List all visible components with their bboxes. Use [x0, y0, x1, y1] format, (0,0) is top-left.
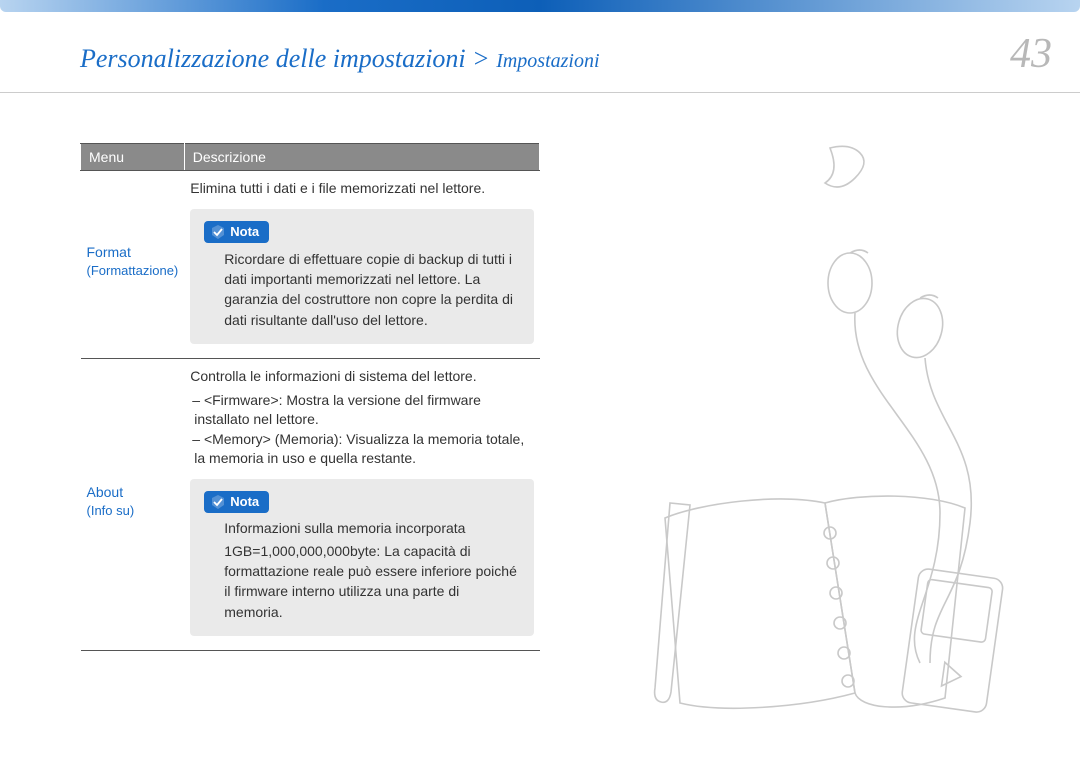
- table-row: Format (Formattazione) Elimina tutti i d…: [81, 171, 540, 359]
- col-header-description: Descrizione: [184, 144, 539, 171]
- note-box: Nota Informazioni sulla memoria incorpor…: [190, 479, 533, 636]
- breadcrumb-sub: Impostazioni: [496, 50, 599, 72]
- note-badge: Nota: [204, 221, 269, 243]
- content-area: Menu Descrizione Format (Formattazione) …: [0, 93, 1080, 651]
- bullet-list: <Firmware>: Mostra la versione del firmw…: [190, 391, 533, 469]
- menu-cell-about: About (Info su): [81, 358, 185, 650]
- desc-intro: Elimina tutti i dati e i file memorizzat…: [190, 179, 533, 199]
- note-label: Nota: [230, 223, 259, 241]
- note-body: 1GB=1,000,000,000byte: La capacità di fo…: [204, 541, 519, 622]
- note-heading: Informazioni sulla memoria incorporata: [204, 519, 519, 539]
- list-item: <Firmware>: Mostra la versione del firmw…: [194, 391, 533, 430]
- settings-table: Menu Descrizione Format (Formattazione) …: [80, 143, 540, 651]
- list-item: <Memory> (Memoria): Visualizza la memori…: [194, 430, 533, 469]
- check-cube-icon: [210, 224, 226, 240]
- desc-cell: Controlla le informazioni di sistema del…: [184, 358, 539, 650]
- breadcrumb: Personalizzazione delle impostazioni > I…: [80, 44, 600, 74]
- page-number: 43: [1010, 30, 1052, 78]
- note-label: Nota: [230, 493, 259, 511]
- note-box: Nota Ricordare di effettuare copie di ba…: [190, 209, 533, 344]
- top-accent-bar: [0, 0, 1080, 12]
- col-header-menu: Menu: [81, 144, 185, 171]
- menu-label: About: [87, 484, 124, 500]
- earphones-planner-icon: [600, 133, 1060, 753]
- page-header: Personalizzazione delle impostazioni > I…: [0, 12, 1080, 93]
- menu-cell-format: Format (Formattazione): [81, 171, 185, 359]
- menu-sublabel: (Info su): [87, 502, 179, 520]
- breadcrumb-main: Personalizzazione delle impostazioni >: [80, 44, 496, 73]
- decorative-illustration: [540, 143, 1060, 651]
- desc-intro: Controlla le informazioni di sistema del…: [190, 367, 533, 387]
- table-row: About (Info su) Controlla le informazion…: [81, 358, 540, 650]
- desc-cell: Elimina tutti i dati e i file memorizzat…: [184, 171, 539, 359]
- note-body: Ricordare di effettuare copie di backup …: [204, 249, 519, 330]
- menu-sublabel: (Formattazione): [87, 262, 179, 280]
- note-badge: Nota: [204, 491, 269, 513]
- check-cube-icon: [210, 494, 226, 510]
- menu-label: Format: [87, 244, 131, 260]
